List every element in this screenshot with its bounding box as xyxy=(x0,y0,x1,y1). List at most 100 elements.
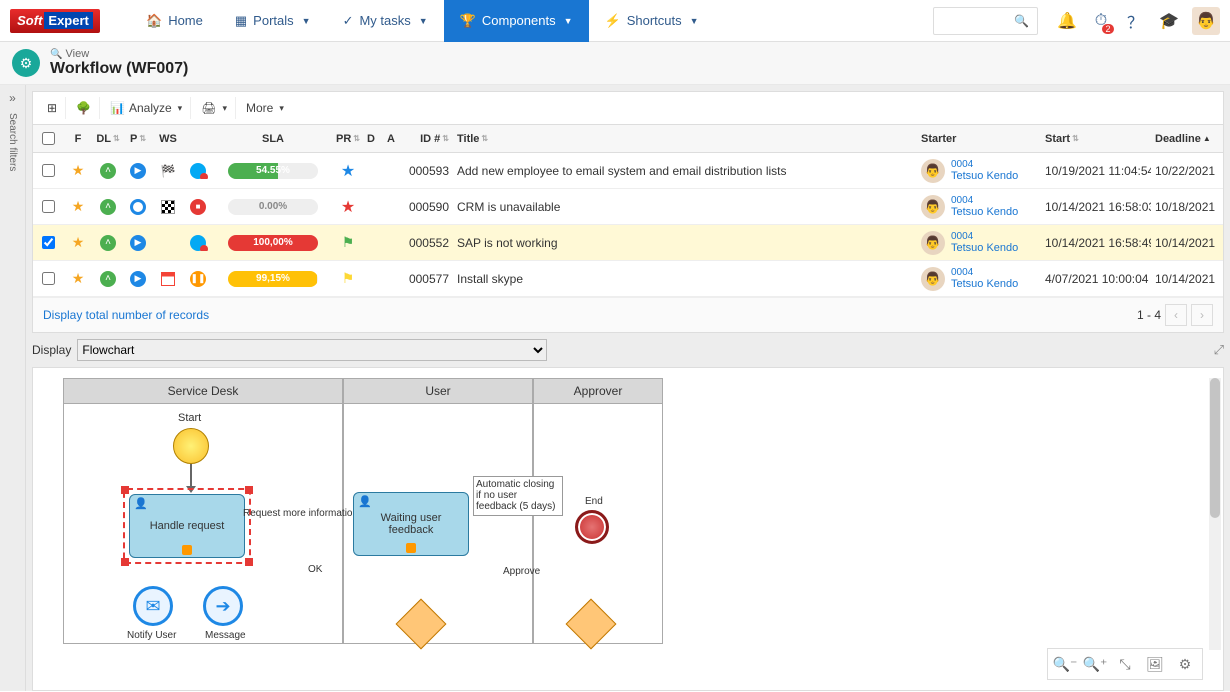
starter-avatar: 👨 xyxy=(921,159,945,183)
lane-header-service-desk: Service Desk xyxy=(63,378,343,404)
flowchart-panel: Service Desk User Approver Start 👤 Handl… xyxy=(32,367,1224,691)
message-node[interactable]: ➔ xyxy=(203,586,243,626)
starter-cell[interactable]: 👨0004Tetsuo Kendo xyxy=(921,267,1018,291)
help-timer-icon[interactable]: ⏱2 xyxy=(1084,4,1118,38)
nav-mytasks[interactable]: ✓My tasks▼ xyxy=(327,0,444,42)
start-node[interactable] xyxy=(173,428,209,464)
layout-button[interactable]: ⊞ xyxy=(39,97,66,119)
cell-start: 4/07/2021 10:00:04 xyxy=(1041,272,1151,286)
cell-id: 000590 xyxy=(403,200,453,214)
row-checkbox[interactable] xyxy=(42,200,55,213)
col-ws[interactable]: WS xyxy=(153,133,183,145)
fit-button[interactable]: ⤡ xyxy=(1112,653,1138,675)
status-up-icon: ˄ xyxy=(100,163,116,179)
starter-cell[interactable]: 👨0004Tetsuo Kendo xyxy=(921,231,1018,255)
print-button[interactable]: 🖨▾ xyxy=(193,97,236,119)
bell-icon[interactable]: 🔔 xyxy=(1050,4,1084,38)
sla-bar: 0.00% xyxy=(228,199,318,215)
nav-components[interactable]: 🏆Components▼ xyxy=(444,0,589,42)
chevron-right-icon: » xyxy=(9,91,16,105)
nav-portals[interactable]: ▦Portals▼ xyxy=(219,0,327,42)
col-sla[interactable]: SLA xyxy=(213,133,333,145)
sla-bar: 99,15% xyxy=(228,271,318,287)
check-icon: ✓ xyxy=(343,13,354,29)
expand-icon[interactable]: ⤢ xyxy=(1214,342,1224,358)
page-title: Workflow (WF007) xyxy=(50,60,188,78)
table-row[interactable]: ★˄■0.00%★000590CRM is unavailable👨0004Te… xyxy=(33,189,1223,225)
zoom-in-button[interactable]: 🔍⁺ xyxy=(1082,653,1108,675)
total-records-link[interactable]: Display total number of records xyxy=(43,308,209,322)
row-checkbox[interactable] xyxy=(42,164,55,177)
globe-icon xyxy=(190,235,206,251)
row-checkbox[interactable] xyxy=(42,272,55,285)
caret-down-icon: ▼ xyxy=(564,16,573,26)
sla-bar: 100,00% xyxy=(228,235,318,251)
col-start[interactable]: Start⇅ xyxy=(1041,133,1151,145)
row-checkbox[interactable] xyxy=(42,236,55,249)
zoom-out-button[interactable]: 🔍⁻ xyxy=(1052,653,1078,675)
col-title[interactable]: Title⇅ xyxy=(453,133,917,145)
starter-cell[interactable]: 👨0004Tetsuo Kendo xyxy=(921,159,1018,183)
user-task-icon: 👤 xyxy=(358,495,372,508)
bolt-icon: ⚡ xyxy=(605,13,621,29)
col-pr[interactable]: PR⇅ xyxy=(333,133,363,145)
settings-button[interactable]: ⚙ xyxy=(1172,653,1198,675)
image-button[interactable]: 🖼 xyxy=(1142,653,1168,675)
breadcrumb: 🔍 View xyxy=(50,48,188,60)
col-starter[interactable]: Starter xyxy=(917,133,1041,145)
end-node[interactable] xyxy=(575,510,609,544)
priority-flag-icon: ⚑ xyxy=(342,234,355,251)
favorite-icon[interactable]: ★ xyxy=(72,162,85,179)
hierarchy-button[interactable]: 🌳 xyxy=(68,97,100,119)
lane-header-approver: Approver xyxy=(533,378,663,404)
favorite-icon[interactable]: ★ xyxy=(72,270,85,287)
col-d[interactable]: D xyxy=(363,133,383,145)
auto-closing-note: Automatic closing if no user feedback (5… xyxy=(473,476,563,516)
arrow-right-icon: ➔ xyxy=(215,596,230,617)
gateway-2[interactable] xyxy=(573,606,609,642)
favorite-icon[interactable]: ★ xyxy=(72,234,85,251)
analyze-button[interactable]: 📊Analyze▾ xyxy=(102,97,191,119)
waiting-feedback-node[interactable]: 👤 Waiting user feedback xyxy=(353,492,469,556)
cell-deadline: 10/14/2021 xyxy=(1151,272,1223,286)
caret-down-icon: ▼ xyxy=(302,16,311,26)
next-page-button[interactable]: › xyxy=(1191,304,1213,326)
display-bar: Display Flowchart ⤢ xyxy=(32,333,1224,367)
play-icon: ▶ xyxy=(130,163,146,179)
flowchart-scrollbar[interactable] xyxy=(1209,378,1221,650)
col-p[interactable]: P⇅ xyxy=(123,133,153,145)
nav-home[interactable]: 🏠Home xyxy=(130,0,219,42)
col-a[interactable]: A xyxy=(383,133,403,145)
gateway-1[interactable] xyxy=(403,606,439,642)
search-input[interactable]: 🔍 xyxy=(933,7,1038,35)
graduation-icon[interactable]: 🎓 xyxy=(1152,4,1186,38)
table-row[interactable]: ★˄▶100,00%⚑000552SAP is not working👨0004… xyxy=(33,225,1223,261)
more-button[interactable]: More▾ xyxy=(238,97,292,119)
col-dl[interactable]: DL⇅ xyxy=(93,133,123,145)
user-task-icon: 👤 xyxy=(134,497,148,510)
select-all-checkbox[interactable] xyxy=(42,132,55,145)
prev-page-button[interactable]: ‹ xyxy=(1165,304,1187,326)
cell-start: 10/14/2021 16:58:49 xyxy=(1041,236,1151,250)
table-row[interactable]: ★˄▶❚❚99,15%⚑000577Install skype👨0004Tets… xyxy=(33,261,1223,297)
priority-flag-icon: ⚑ xyxy=(342,270,355,287)
favorite-icon[interactable]: ★ xyxy=(72,198,85,215)
end-label: End xyxy=(585,496,603,507)
col-f[interactable]: F xyxy=(63,133,93,145)
arrow xyxy=(190,464,192,488)
user-avatar[interactable]: 👨 xyxy=(1192,7,1220,35)
display-select[interactable]: Flowchart xyxy=(77,339,547,361)
handle-request-node[interactable]: 👤 Handle request xyxy=(123,488,251,564)
nav-shortcuts[interactable]: ⚡Shortcuts▼ xyxy=(589,0,715,42)
help-icon[interactable]: ？ xyxy=(1118,4,1152,38)
col-deadline[interactable]: Deadline▲ xyxy=(1151,133,1223,145)
starter-cell[interactable]: 👨0004Tetsuo Kendo xyxy=(921,195,1018,219)
table-row[interactable]: ★˄▶🏁54.55%★000593Add new employee to ema… xyxy=(33,153,1223,189)
flowchart-tools: 🔍⁻ 🔍⁺ ⤡ 🖼 ⚙ xyxy=(1047,648,1203,680)
home-icon: 🏠 xyxy=(146,13,162,29)
cell-title: CRM is unavailable xyxy=(453,200,917,214)
notify-user-node[interactable]: ✉ xyxy=(133,586,173,626)
col-id[interactable]: ID #⇅ xyxy=(403,133,453,145)
search-filters-panel[interactable]: » Search filters xyxy=(0,85,26,691)
search-icon: 🔍 xyxy=(1014,14,1029,28)
